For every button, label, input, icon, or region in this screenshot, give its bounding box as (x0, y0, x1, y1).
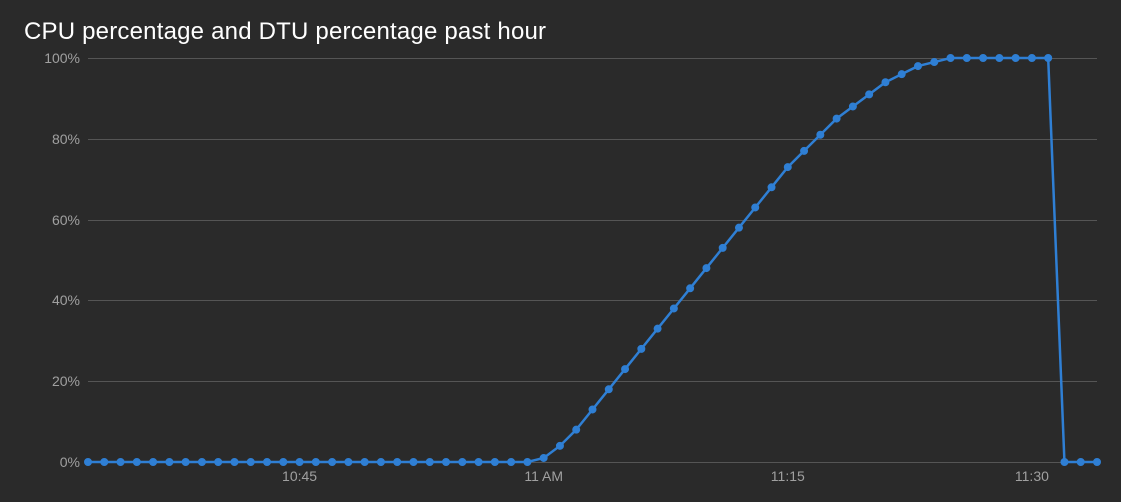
y-tick-label: 0% (60, 454, 80, 470)
data-point[interactable] (703, 265, 710, 272)
data-point[interactable] (817, 131, 824, 138)
data-point[interactable] (801, 147, 808, 154)
data-point[interactable] (540, 454, 547, 461)
x-axis: 10:45 11 AM 11:15 11:30 (88, 462, 1097, 490)
y-axis: 0%20%40%60%80%100% (24, 58, 88, 462)
data-point[interactable] (996, 55, 1003, 62)
data-point[interactable] (605, 386, 612, 393)
data-point[interactable] (573, 426, 580, 433)
data-point[interactable] (687, 285, 694, 292)
data-point[interactable] (914, 63, 921, 70)
data-point[interactable] (1045, 55, 1052, 62)
x-tick-label: 11 AM (524, 468, 563, 484)
data-point[interactable] (589, 406, 596, 413)
y-tick-label: 20% (52, 373, 80, 389)
data-point[interactable] (719, 244, 726, 251)
y-tick-label: 80% (52, 131, 80, 147)
data-point[interactable] (768, 184, 775, 191)
data-point[interactable] (670, 305, 677, 312)
chart-container: CPU percentage and DTU percentage past h… (0, 0, 1121, 502)
chart-svg (88, 58, 1097, 462)
x-tick-label: 10:45 (282, 468, 317, 484)
data-point[interactable] (849, 103, 856, 110)
series-line (88, 58, 1097, 462)
x-tick-label: 11:15 (771, 468, 805, 484)
data-point[interactable] (898, 71, 905, 78)
data-point[interactable] (752, 204, 759, 211)
y-tick-label: 100% (44, 50, 80, 66)
data-point[interactable] (980, 55, 987, 62)
data-point[interactable] (556, 442, 563, 449)
y-tick-label: 60% (52, 212, 80, 228)
data-point[interactable] (833, 115, 840, 122)
data-point[interactable] (638, 345, 645, 352)
y-tick-label: 40% (52, 292, 80, 308)
data-point[interactable] (947, 55, 954, 62)
data-point[interactable] (1012, 55, 1019, 62)
data-point[interactable] (931, 59, 938, 66)
data-point[interactable] (784, 164, 791, 171)
data-point[interactable] (866, 91, 873, 98)
data-point[interactable] (654, 325, 661, 332)
data-point[interactable] (622, 366, 629, 373)
plot-area[interactable] (88, 58, 1097, 462)
data-point[interactable] (882, 79, 889, 86)
chart-title: CPU percentage and DTU percentage past h… (24, 18, 1097, 46)
data-point[interactable] (963, 55, 970, 62)
x-tick-label: 11:30 (1015, 468, 1049, 484)
plot-wrap: 0%20%40%60%80%100% (24, 58, 1097, 462)
data-point[interactable] (735, 224, 742, 231)
data-point[interactable] (1028, 55, 1035, 62)
